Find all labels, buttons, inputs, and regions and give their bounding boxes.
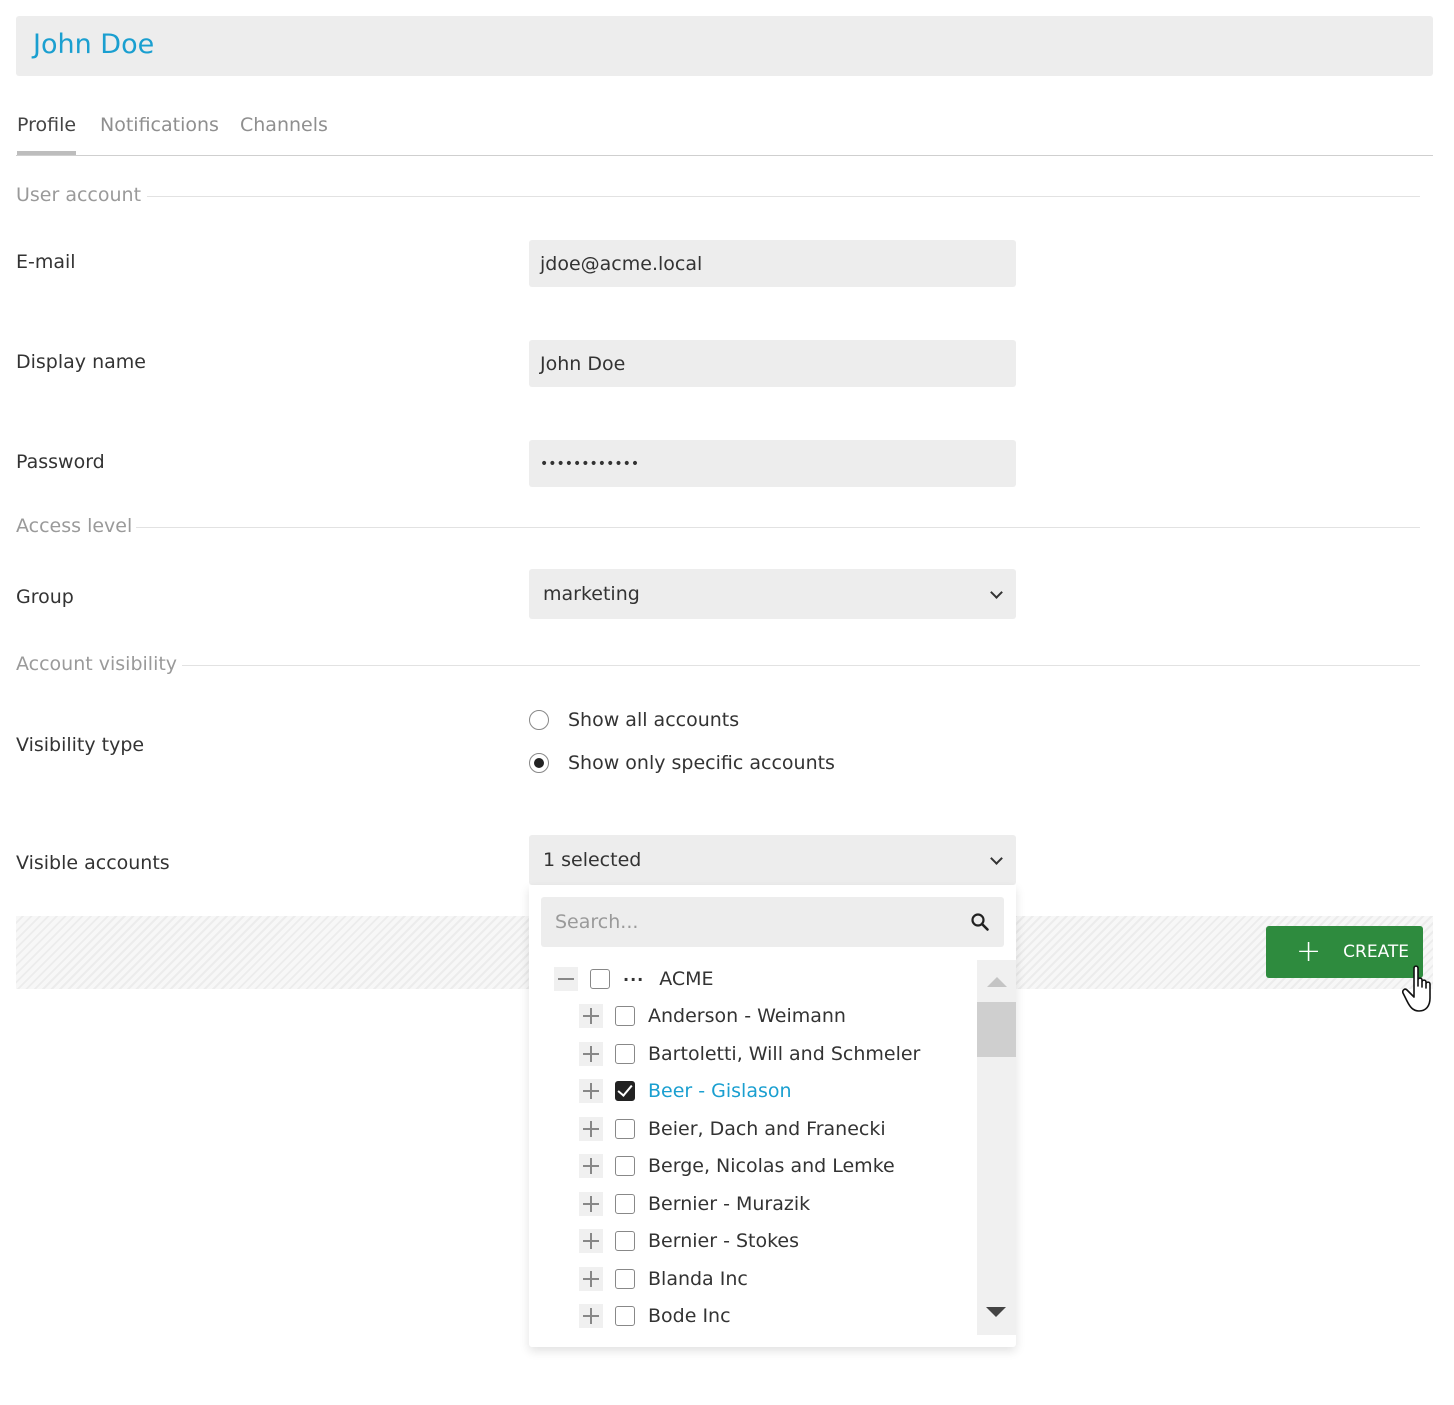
scroll-up-arrow-icon[interactable] (987, 977, 1007, 987)
tree-item-label: Anderson - Weimann (648, 1005, 846, 1027)
page-title: John Doe (33, 29, 155, 60)
checkbox[interactable] (615, 1119, 635, 1139)
search-input[interactable] (555, 911, 935, 933)
accounts-dropdown: ··· ACME Anderson - Weimann Bartoletti, … (529, 885, 1016, 1347)
visible-accounts-select[interactable]: 1 selected (529, 835, 1016, 885)
radio-show-all[interactable]: Show all accounts (529, 709, 739, 731)
display-name-label: Display name (16, 351, 146, 373)
chevron-down-icon (990, 854, 1002, 866)
expand-icon[interactable] (579, 1117, 603, 1141)
tree-item[interactable]: Bartoletti, Will and Schmeler (579, 1039, 920, 1069)
scroll-down-arrow-icon[interactable] (986, 1307, 1006, 1317)
scroll-thumb[interactable] (977, 1002, 1016, 1057)
tree-item[interactable]: Beier, Dach and Franecki (579, 1114, 886, 1144)
tree-item[interactable]: Beer - Gislason (579, 1076, 792, 1106)
scrollbar[interactable] (977, 960, 1016, 1335)
account-tree: ··· ACME Anderson - Weimann Bartoletti, … (529, 960, 975, 1335)
expand-icon[interactable] (579, 1229, 603, 1253)
tree-item-label: ACME (659, 968, 714, 990)
tree-item[interactable]: Bernier - Stokes (579, 1226, 799, 1256)
checkbox[interactable] (615, 1306, 635, 1326)
radio-button[interactable] (529, 710, 549, 730)
checkbox[interactable] (615, 1269, 635, 1289)
checkbox[interactable] (615, 1156, 635, 1176)
tab-profile[interactable]: Profile (17, 114, 77, 155)
radio-label: Show only specific accounts (568, 752, 835, 774)
section-divider (182, 665, 1420, 666)
hand-cursor-icon (1402, 965, 1431, 1012)
page-header: John Doe (16, 16, 1433, 76)
section-divider (147, 196, 1420, 197)
tree-item-label: Blanda Inc (648, 1268, 748, 1290)
checkbox[interactable] (615, 1194, 635, 1214)
email-label: E-mail (16, 251, 76, 273)
visible-accounts-label: Visible accounts (16, 852, 170, 874)
checkbox[interactable] (615, 1044, 635, 1064)
section-divider (136, 527, 1420, 528)
plus-icon: + (1296, 934, 1322, 969)
expand-icon[interactable] (579, 1079, 603, 1103)
expand-icon[interactable] (579, 1154, 603, 1178)
tree-item-label: Beier, Dach and Franecki (648, 1118, 886, 1140)
tree-item[interactable]: Bernier - Murazik (579, 1189, 810, 1219)
radio-show-specific[interactable]: Show only specific accounts (529, 752, 835, 774)
visible-accounts-value: 1 selected (543, 849, 642, 871)
radio-label: Show all accounts (568, 709, 740, 731)
tab-notifications[interactable]: Notifications (100, 114, 219, 155)
create-button-label: CREATE (1343, 942, 1409, 962)
section-access-level: Access level (16, 515, 133, 537)
group-select-value: marketing (543, 583, 640, 605)
group-select[interactable]: marketing (529, 569, 1016, 619)
tree-item-label: Bartoletti, Will and Schmeler (648, 1043, 921, 1065)
tree-item-label: Bernier - Murazik (648, 1193, 811, 1215)
checkbox[interactable] (615, 1006, 635, 1026)
display-name-field[interactable]: John Doe (529, 340, 1016, 387)
checkbox-checked[interactable] (615, 1081, 635, 1101)
create-button[interactable]: + CREATE (1266, 926, 1423, 978)
expand-icon[interactable] (579, 1042, 603, 1066)
checkbox[interactable] (615, 1231, 635, 1251)
tree-item-label: Bernier - Stokes (648, 1230, 800, 1252)
expand-icon[interactable] (579, 1192, 603, 1216)
more-icon[interactable]: ··· (623, 970, 644, 989)
tree-item[interactable]: Bode Inc (579, 1301, 731, 1331)
visibility-type-label: Visibility type (16, 734, 145, 756)
tab-bar: Profile Notifications Channels (16, 100, 1433, 156)
section-user-account: User account (16, 184, 142, 206)
collapse-icon[interactable] (554, 967, 578, 991)
email-field[interactable]: jdoe@acme.local (529, 240, 1016, 287)
search-icon (971, 913, 989, 931)
expand-icon[interactable] (579, 1304, 603, 1328)
checkbox[interactable] (590, 969, 610, 989)
tree-item-label: Beer - Gislason (648, 1080, 792, 1102)
tree-root[interactable]: ··· ACME (554, 964, 714, 994)
tree-item-label: Bode Inc (648, 1305, 731, 1327)
chevron-down-icon (990, 588, 1002, 600)
search-box[interactable] (541, 897, 1004, 947)
tree-item[interactable]: Anderson - Weimann (579, 1001, 846, 1031)
password-label: Password (16, 451, 105, 473)
expand-icon[interactable] (579, 1267, 603, 1291)
password-field[interactable]: •••••••••••• (529, 440, 1016, 487)
radio-button[interactable] (529, 753, 549, 773)
section-account-visibility: Account visibility (16, 653, 178, 675)
expand-icon[interactable] (579, 1004, 603, 1028)
tree-item[interactable]: Berge, Nicolas and Lemke (579, 1151, 895, 1181)
group-label: Group (16, 586, 74, 608)
tree-item[interactable]: Blanda Inc (579, 1264, 748, 1294)
tab-channels[interactable]: Channels (240, 114, 328, 155)
tree-item-label: Berge, Nicolas and Lemke (648, 1155, 895, 1177)
